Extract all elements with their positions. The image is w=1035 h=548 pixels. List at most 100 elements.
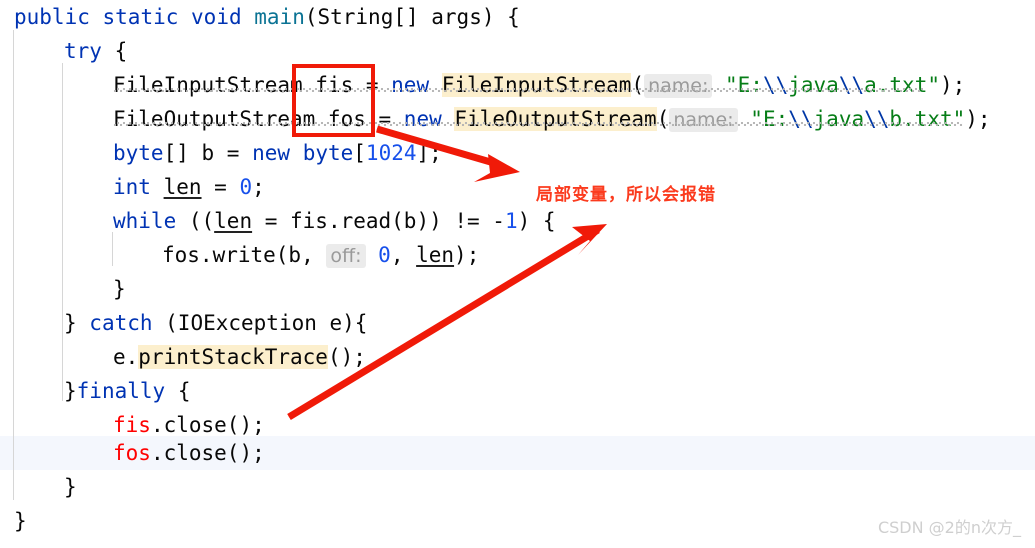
- code-line-5[interactable]: byte[] b = new byte[1024];: [0, 136, 442, 170]
- code-token: \\: [762, 73, 789, 97]
- code-token: len: [214, 209, 253, 233]
- code-token: FileInputStream: [441, 73, 632, 97]
- code-token: );: [454, 243, 480, 267]
- code-token: FileOutputStream fos =: [113, 107, 404, 131]
- code-token: ;: [252, 175, 265, 199]
- code-token: finally: [76, 379, 166, 403]
- code-token: len: [416, 243, 455, 267]
- code-token: );: [965, 107, 991, 131]
- code-token: (IOException e){: [152, 311, 368, 335]
- code-line-12[interactable]: }finally {: [0, 374, 190, 408]
- code-token: }: [113, 277, 126, 301]
- code-token: java: [813, 107, 865, 131]
- code-token: }: [64, 311, 90, 335]
- code-token: 1024: [365, 141, 417, 165]
- code-line-9[interactable]: }: [0, 272, 126, 306]
- code-token: ,: [390, 243, 417, 267]
- code-token: while: [113, 209, 177, 233]
- code-token: [: [353, 141, 366, 165]
- annotation-note-text: 局部变量，所以会报错: [536, 185, 716, 205]
- code-token: "E:: [750, 107, 789, 131]
- code-line-15[interactable]: }: [0, 470, 77, 504]
- code-token: off:: [326, 244, 366, 268]
- code-token: 0: [239, 175, 253, 199]
- code-token: byte: [302, 141, 354, 165]
- code-token: java: [788, 73, 839, 97]
- code-token: \\: [788, 107, 814, 131]
- code-line-2[interactable]: try {: [0, 34, 127, 68]
- code-token: ) {: [517, 209, 556, 233]
- code-line-6[interactable]: int len = 0;: [0, 170, 265, 204]
- code-token: fis: [113, 413, 151, 437]
- code-token: name:: [669, 108, 738, 132]
- code-token: (: [631, 73, 645, 97]
- code-line-11[interactable]: e.printStackTrace();: [0, 340, 366, 374]
- code-line-1[interactable]: public static void main(String[] args) {: [0, 0, 520, 34]
- code-token: e.: [113, 345, 139, 369]
- code-token: printStackTrace: [138, 345, 328, 369]
- code-token: new: [391, 73, 430, 97]
- csdn-watermark: CSDN @2的n次方_: [877, 518, 1021, 537]
- code-token: = fis.read(b)) != -: [252, 209, 505, 233]
- code-token: }: [64, 379, 77, 403]
- code-token: 0: [378, 243, 391, 267]
- code-line-7[interactable]: while ((len = fis.read(b)) != -1) {: [0, 204, 556, 238]
- code-token: new: [252, 141, 291, 165]
- code-token: }: [64, 475, 77, 499]
- code-token: \\: [838, 73, 865, 97]
- code-token: (String[] args) {: [304, 5, 520, 29]
- code-token: {: [165, 379, 191, 403]
- code-token: void: [191, 5, 242, 29]
- code-token: catch: [89, 311, 153, 335]
- code-token: main: [254, 5, 305, 29]
- code-token: =: [201, 175, 240, 199]
- code-token: .close();: [150, 441, 265, 465]
- code-token: b.txt": [889, 107, 966, 131]
- code-token: 1: [504, 209, 518, 233]
- code-token: "E:: [725, 73, 763, 97]
- code-line-10[interactable]: } catch (IOException e){: [0, 306, 367, 340]
- code-token: FileOutputStream: [454, 107, 657, 131]
- code-token: new: [403, 107, 442, 131]
- code-editor-surface[interactable]: public static void main(String[] args) {…: [0, 0, 1035, 548]
- warning-squiggle-line-4: [113, 122, 963, 126]
- code-token: a.txt": [864, 73, 940, 97]
- code-token: (: [656, 107, 670, 131]
- code-line-8[interactable]: fos.write(b, off: 0, len);: [0, 238, 479, 272]
- code-line-4[interactable]: FileOutputStream fos = new FileOutputStr…: [0, 102, 991, 136]
- code-token: try: [64, 39, 102, 63]
- code-token: [] b =: [163, 141, 253, 165]
- code-token: ((: [176, 209, 215, 233]
- code-line-16[interactable]: }: [0, 504, 27, 538]
- warning-squiggle-line-3: [113, 88, 923, 92]
- code-token: \\: [864, 107, 890, 131]
- code-token: len: [163, 175, 202, 199]
- code-token: int: [113, 175, 151, 199]
- code-token: public: [14, 5, 90, 29]
- code-token: ];: [416, 141, 442, 165]
- code-token: }: [14, 509, 27, 533]
- code-token: fos: [113, 441, 151, 465]
- code-token: );: [939, 73, 966, 97]
- code-line-14[interactable]: fos.close();: [0, 436, 265, 470]
- code-token: static: [102, 5, 179, 29]
- code-token: name:: [644, 74, 713, 98]
- code-token: {: [101, 39, 128, 63]
- code-token: ();: [327, 345, 366, 369]
- code-token: FileInputStream fis =: [113, 73, 392, 97]
- code-token: byte: [113, 141, 164, 165]
- code-token: .close();: [150, 413, 265, 437]
- code-line-3[interactable]: FileInputStream fis = new FileInputStrea…: [0, 68, 965, 102]
- code-lines[interactable]: public static void main(String[] args) {…: [0, 0, 1035, 548]
- code-token: fos.write(b,: [162, 243, 327, 267]
